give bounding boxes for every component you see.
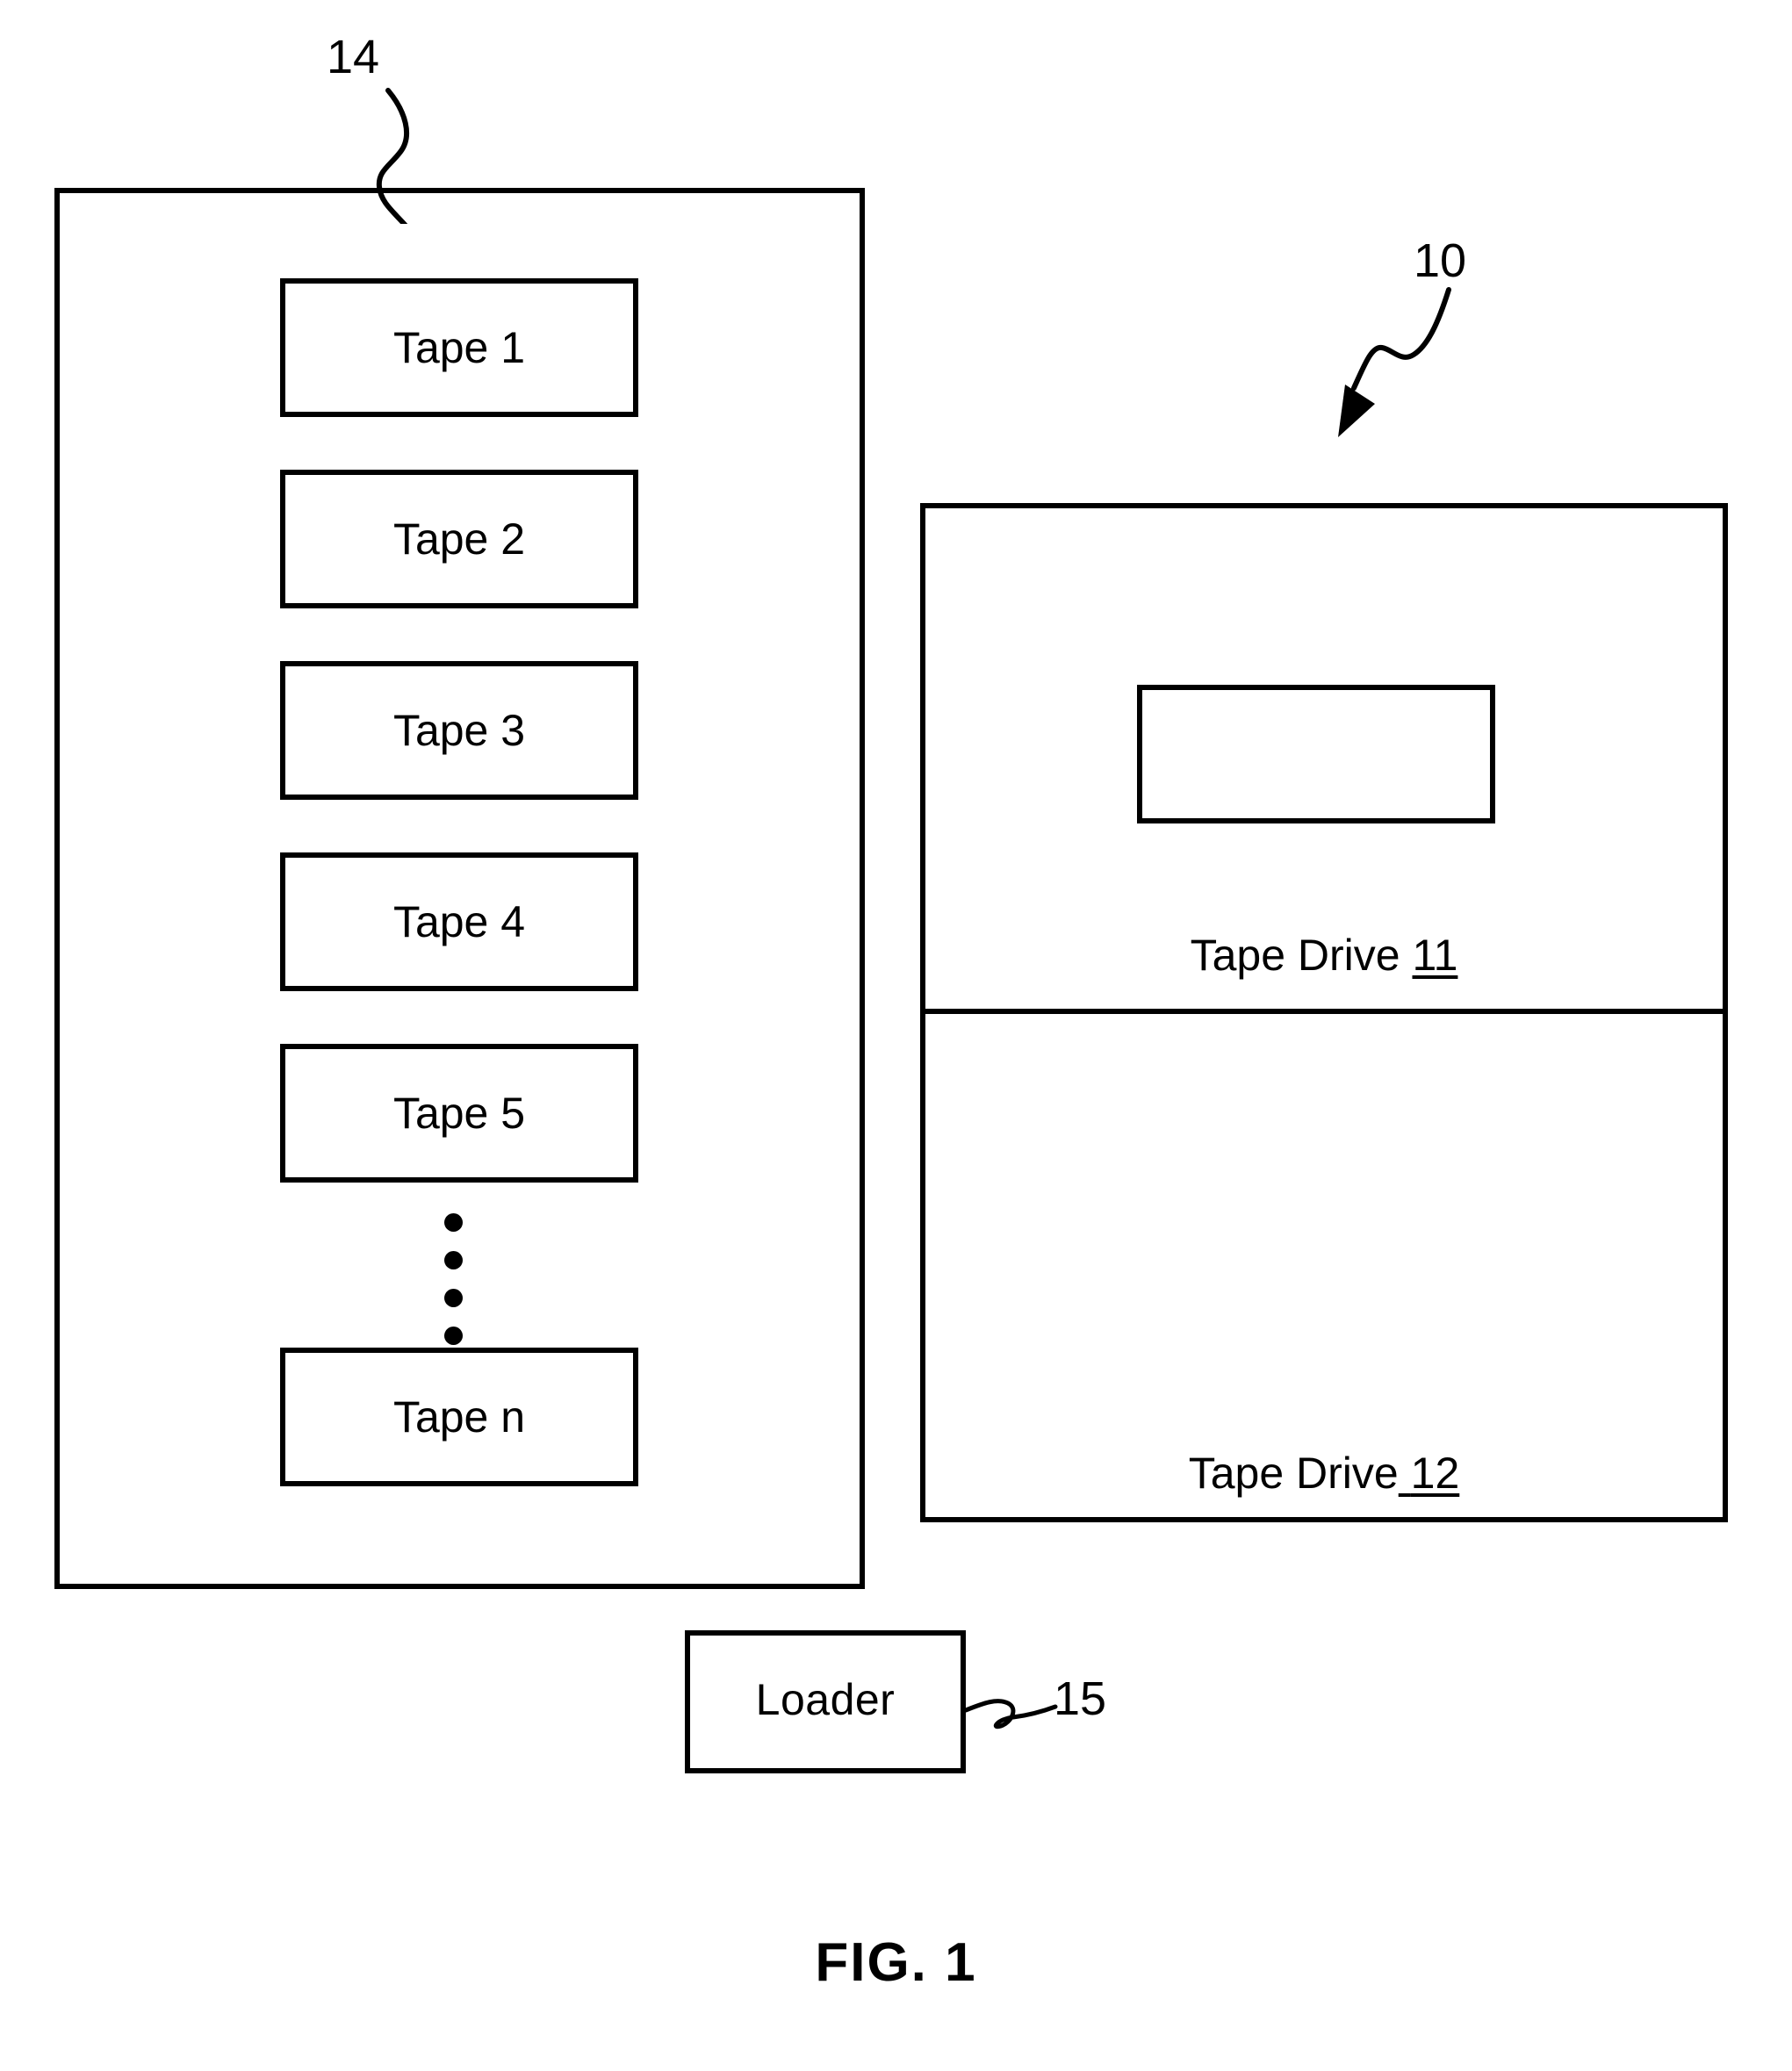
ellipsis-dot	[444, 1289, 463, 1307]
tape-drive-11-name: Tape Drive	[1190, 931, 1400, 980]
tape-box-5[interactable]: Tape 5	[280, 1044, 638, 1183]
tape-box-3-label: Tape 3	[392, 706, 526, 755]
drive-unit-divider	[920, 1009, 1728, 1014]
ellipsis-dot	[444, 1251, 463, 1269]
vertical-ellipsis-icon	[437, 1213, 479, 1345]
patent-figure: 14 Tape 1 Tape 2 Tape 3 Tape 4 Tape 5 Ta…	[0, 0, 1792, 2071]
loader-label: Loader	[755, 1675, 896, 1724]
tape-box-1[interactable]: Tape 1	[280, 278, 638, 417]
tape-drive-11-spacer	[1400, 931, 1413, 980]
ellipsis-dot	[444, 1213, 463, 1232]
tape-box-3[interactable]: Tape 3	[280, 661, 638, 800]
tape-box-n[interactable]: Tape n	[280, 1348, 638, 1486]
tape-box-1-label: Tape 1	[392, 323, 526, 372]
tape-box-n-label: Tape n	[392, 1392, 526, 1442]
tape-drive-12-numeral-group: 12	[1399, 1449, 1460, 1498]
tape-drive-11-slot[interactable]	[1137, 685, 1495, 823]
tape-drive-11-label: Tape Drive 11	[920, 933, 1728, 977]
reference-numeral-14: 14	[327, 31, 380, 83]
reference-numeral-10: 10	[1414, 234, 1467, 287]
figure-caption: FIG. 1	[815, 1932, 977, 1993]
tape-box-5-label: Tape 5	[392, 1089, 526, 1138]
tape-drive-12-numeral: 12	[1410, 1449, 1460, 1498]
leader-arrow-10-icon	[1338, 287, 1451, 437]
loader-box[interactable]: Loader	[685, 1630, 966, 1773]
tape-drive-11-numeral: 11	[1412, 931, 1458, 980]
tape-box-2-label: Tape 2	[392, 514, 526, 564]
tape-drive-12-label: Tape Drive 12	[920, 1451, 1728, 1495]
reference-numeral-15: 15	[1054, 1672, 1107, 1725]
tape-box-2[interactable]: Tape 2	[280, 470, 638, 608]
tape-drive-12-name: Tape Drive	[1188, 1449, 1399, 1498]
tape-box-4[interactable]: Tape 4	[280, 852, 638, 991]
tape-box-4-label: Tape 4	[392, 897, 526, 946]
ellipsis-dot	[444, 1327, 463, 1345]
